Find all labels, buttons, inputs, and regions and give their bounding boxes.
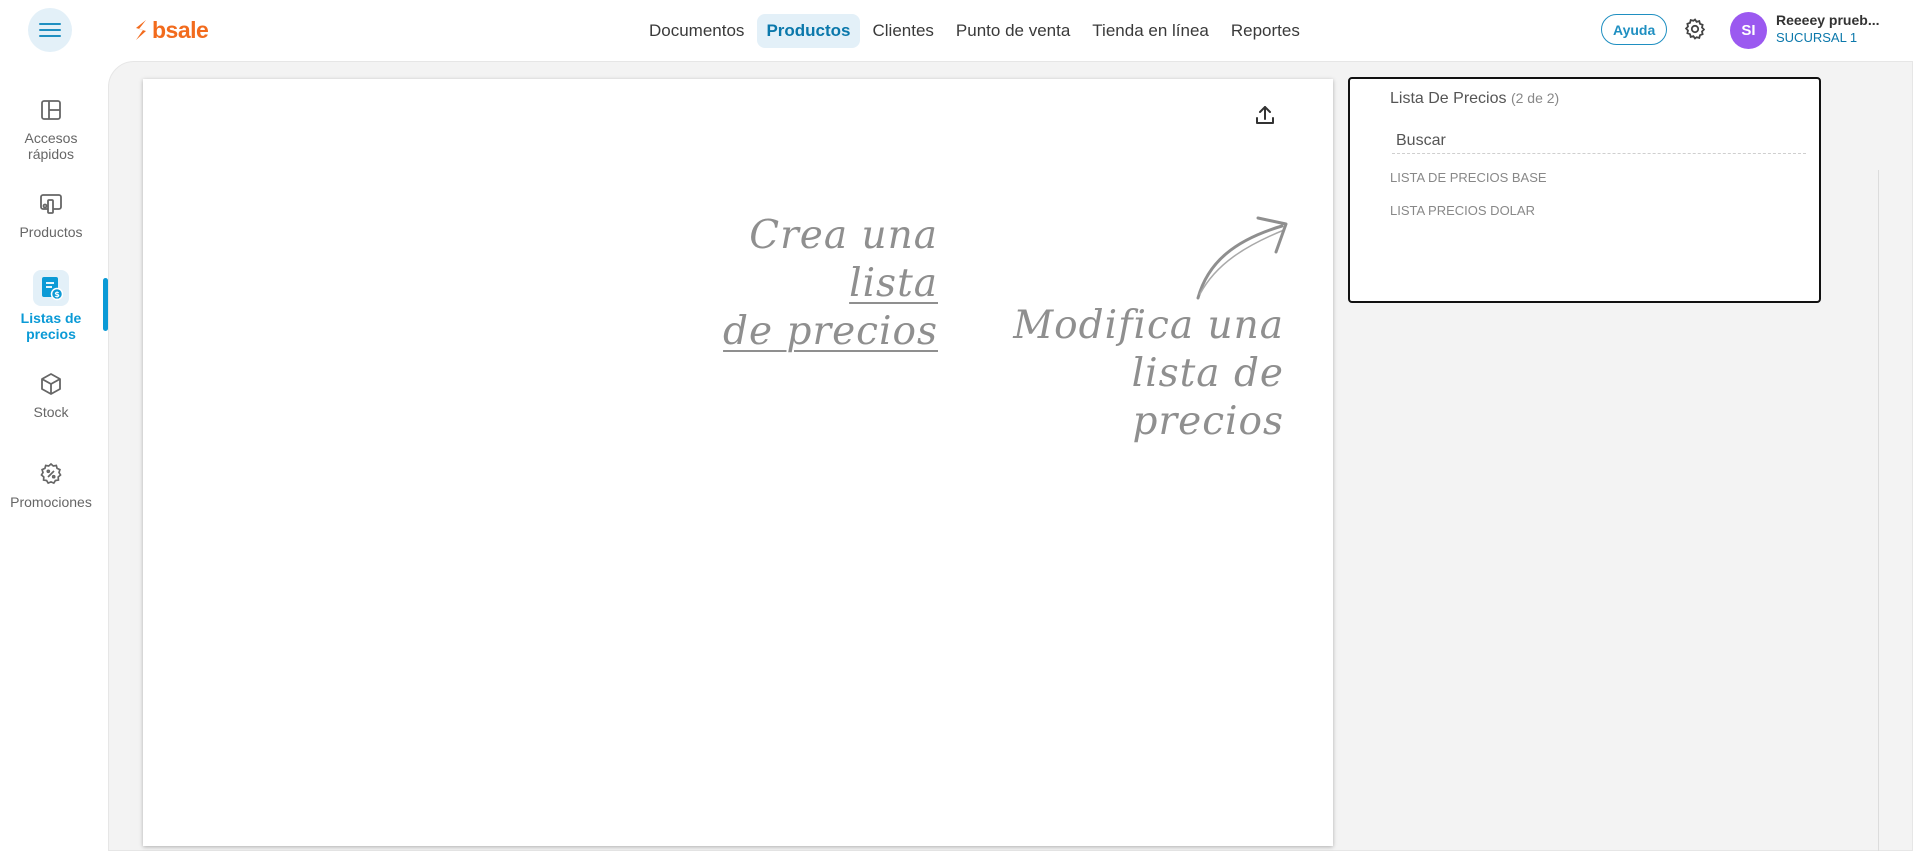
sidebar-label: Listas de precios <box>21 310 82 342</box>
hint-create-text: Crea una <box>749 213 938 258</box>
hint-modify-line2: lista de precios <box>1131 351 1284 444</box>
top-bar: bsale Documentos Productos Clientes Punt… <box>0 0 1913 60</box>
settings-button[interactable] <box>1681 15 1709 43</box>
sidebar-label-line1: Accesos <box>24 130 78 146</box>
user-info[interactable]: Reeeey prueb... SUCURSAL 1 <box>1776 12 1906 45</box>
hint-modify-line1: Modifica una <box>1013 303 1284 348</box>
nav-reportes[interactable]: Reportes <box>1222 14 1309 48</box>
user-branch: SUCURSAL 1 <box>1776 30 1858 45</box>
sidebar-item-productos[interactable]: Productos <box>0 188 102 240</box>
nav-productos[interactable]: Productos <box>757 14 860 48</box>
upload-icon <box>1256 106 1274 124</box>
sidebar-label: Promociones <box>10 494 92 510</box>
bsale-logo[interactable]: bsale <box>133 16 209 44</box>
panel-title-text: Lista De Precios <box>1390 90 1507 107</box>
hamburger-menu-icon <box>39 23 61 37</box>
sidebar: Accesos rápidos Productos $ Listas de pr… <box>0 60 108 851</box>
sidebar-item-promociones[interactable]: Promociones <box>0 458 102 510</box>
cube-icon <box>35 368 67 400</box>
price-list-item-base[interactable]: LISTA DE PRECIOS BASE <box>1390 170 1547 185</box>
panel-count: (2 de 2) <box>1510 90 1560 106</box>
panel-title: Lista De Precios (2 de 2) <box>1390 90 1559 108</box>
hint-create-price-list: Crea una lista de precios <box>690 212 938 356</box>
nav-tienda-en-linea[interactable]: Tienda en línea <box>1083 14 1218 48</box>
sidebar-label: Stock <box>33 404 68 420</box>
sidebar-label-line1: Stock <box>33 404 69 420</box>
hint-create-link-2: de precios <box>723 309 938 354</box>
user-name: Reeeey prueb... <box>1776 12 1880 28</box>
logo-text: bsale <box>152 16 209 43</box>
price-list-canvas <box>143 79 1333 846</box>
sidebar-label-line2: precios <box>26 326 76 342</box>
nav-clientes[interactable]: Clientes <box>864 14 943 48</box>
sidebar-label-line1: Productos <box>19 224 83 240</box>
nav-documentos[interactable]: Documentos <box>640 14 753 48</box>
sidebar-label-line2: rápidos <box>28 146 74 162</box>
nav-punto-de-venta[interactable]: Punto de venta <box>947 14 1079 48</box>
panel-divider <box>1878 170 1879 851</box>
sidebar-label: Productos <box>19 224 82 240</box>
layout-grid-icon <box>35 94 67 126</box>
sidebar-label: Accesos rápidos <box>25 130 78 162</box>
user-avatar[interactable]: SI <box>1730 12 1767 49</box>
price-list-item-dolar[interactable]: LISTA PRECIOS DOLAR <box>1390 203 1535 218</box>
price-list-search-input[interactable] <box>1392 129 1806 154</box>
gear-icon <box>1684 18 1706 40</box>
devices-icon <box>35 188 67 220</box>
sidebar-item-stock[interactable]: Stock <box>0 368 102 420</box>
discount-badge-icon <box>35 458 67 490</box>
sidebar-label-line1: Listas de <box>20 310 82 326</box>
help-button[interactable]: Ayuda <box>1601 14 1668 45</box>
sidebar-label-line1: Promociones <box>10 494 92 510</box>
main-nav: Documentos Productos Clientes Punto de v… <box>640 14 1309 48</box>
sidebar-item-accesos-rapidos[interactable]: Accesos rápidos <box>0 94 102 162</box>
hamburger-menu-button[interactable] <box>28 8 72 52</box>
price-list-icon: $ <box>33 270 69 306</box>
svg-text:$: $ <box>54 290 60 299</box>
sidebar-item-listas-de-precios[interactable]: $ Listas de precios <box>0 270 102 342</box>
bsale-logo-icon <box>136 20 146 40</box>
hint-create-link: lista <box>849 261 938 306</box>
curved-arrow-icon <box>1196 216 1288 300</box>
price-list-panel: Lista De Precios (2 de 2) LISTA DE PRECI… <box>1348 77 1821 303</box>
export-button[interactable] <box>1250 100 1280 130</box>
hint-modify-price-list: Modifica una lista de precios <box>990 302 1284 446</box>
